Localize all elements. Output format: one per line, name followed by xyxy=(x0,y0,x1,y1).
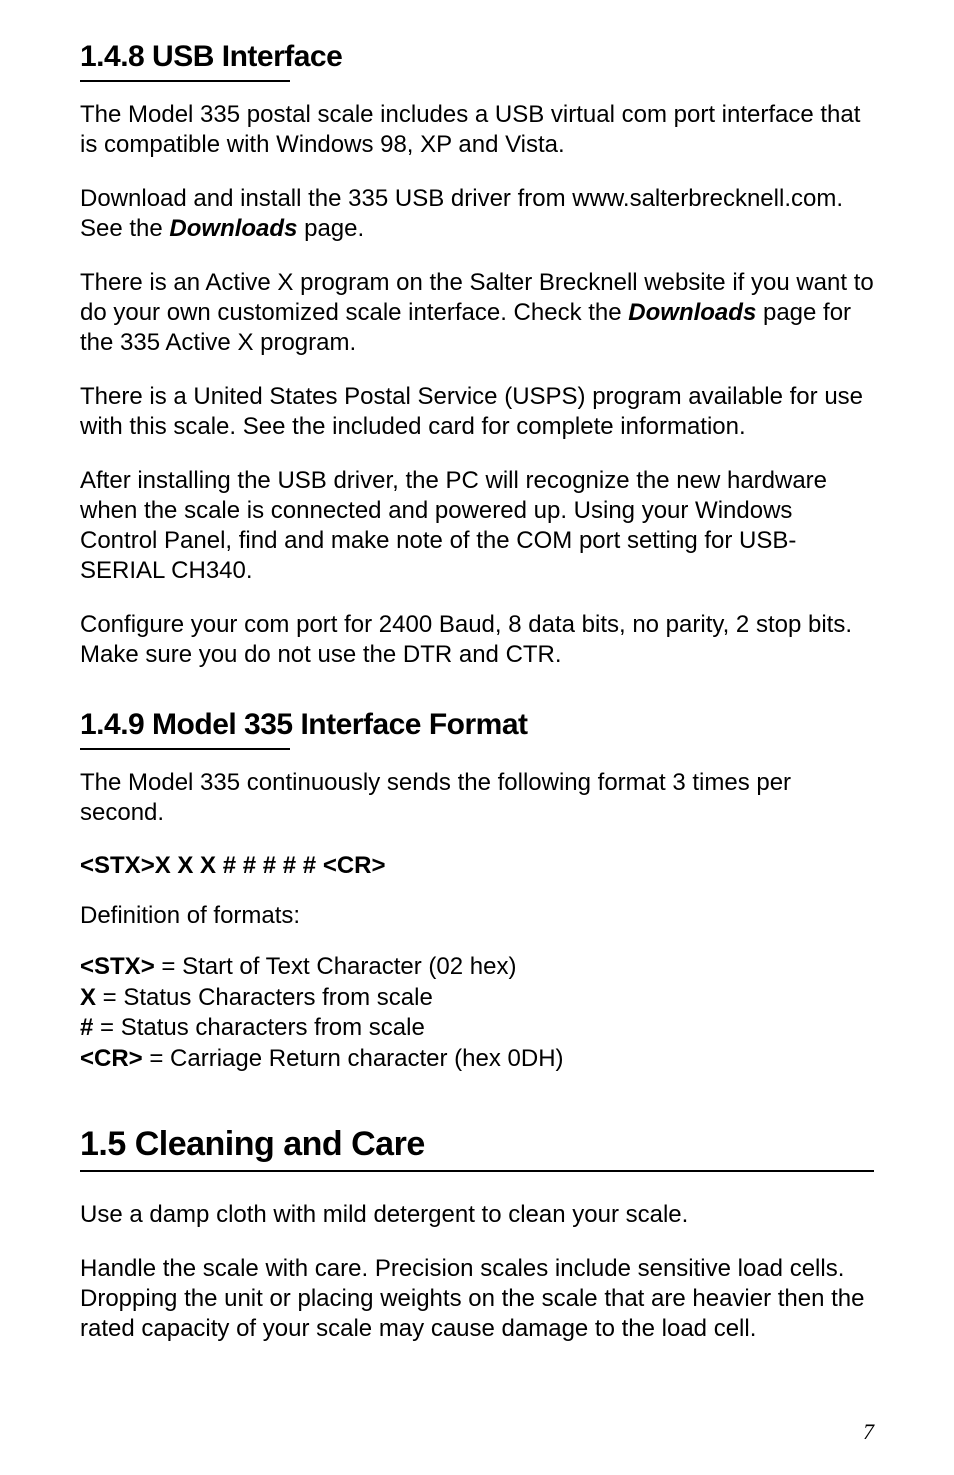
def-x-val: = Status Characters from scale xyxy=(96,984,433,1011)
para-1-4-8-p2c: page. xyxy=(297,215,364,242)
para-1-5-p2: Handle the scale with care. Precision sc… xyxy=(80,1254,874,1344)
def-hash-key: # xyxy=(80,1014,93,1041)
para-1-4-8-p1: The Model 335 postal scale includes a US… xyxy=(80,100,874,160)
para-1-5-p1: Use a damp cloth with mild detergent to … xyxy=(80,1200,874,1230)
def-cr: <CR> = Carriage Return character (hex 0D… xyxy=(80,1044,874,1075)
heading-rule-short xyxy=(80,80,290,82)
def-x: X = Status Characters from scale xyxy=(80,983,874,1014)
heading-1-4-8: 1.4.8 USB Interface xyxy=(80,40,874,74)
para-1-4-8-p3b: Downloads xyxy=(628,299,756,326)
def-stx-val: = Start of Text Character (02 hex) xyxy=(155,953,517,980)
def-x-key: X xyxy=(80,984,96,1011)
page-number: 7 xyxy=(863,1419,874,1445)
heading-rule-short-2 xyxy=(80,748,290,750)
para-1-4-8-p2b: Downloads xyxy=(169,215,297,242)
para-1-4-8-p2: Download and install the 335 USB driver … xyxy=(80,184,874,244)
def-stx: <STX> = Start of Text Character (02 hex) xyxy=(80,952,874,983)
def-stx-key: <STX> xyxy=(80,953,155,980)
def-hash: # = Status characters from scale xyxy=(80,1013,874,1044)
format-line: <STX>X X X # # # # # <CR> xyxy=(80,852,874,880)
heading-rule-full xyxy=(80,1170,874,1172)
para-1-4-8-p4: There is a United States Postal Service … xyxy=(80,382,874,442)
def-cr-val: = Carriage Return character (hex 0DH) xyxy=(143,1045,564,1072)
def-hash-val: = Status characters from scale xyxy=(93,1014,424,1041)
definition-label: Definition of formats: xyxy=(80,902,874,930)
para-1-4-8-p5: After installing the USB driver, the PC … xyxy=(80,466,874,586)
para-1-4-9-p1: The Model 335 continuously sends the fol… xyxy=(80,768,874,828)
heading-1-5: 1.5 Cleaning and Care xyxy=(80,1125,874,1164)
para-1-4-8-p3: There is an Active X program on the Salt… xyxy=(80,268,874,358)
heading-1-4-9: 1.4.9 Model 335 Interface Format xyxy=(80,708,874,742)
definition-lines: <STX> = Start of Text Character (02 hex)… xyxy=(80,952,874,1075)
para-1-4-8-p6: Configure your com port for 2400 Baud, 8… xyxy=(80,610,874,670)
def-cr-key: <CR> xyxy=(80,1045,143,1072)
